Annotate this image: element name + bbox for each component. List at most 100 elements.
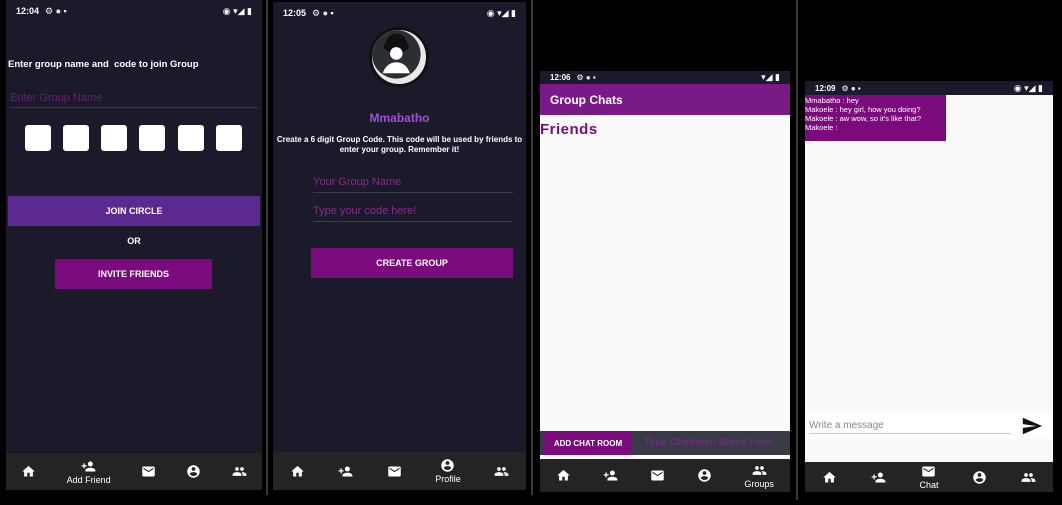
nav-chat-label: Chat: [919, 480, 939, 490]
divider: [531, 0, 533, 495]
screen-chat: 12:09 ⚙ ● ▪ ◉ ▾◢ ▮ Mmabatho : hey Makoele…: [805, 81, 1053, 492]
group-name-input[interactable]: Enter Group Name: [10, 92, 258, 108]
add-friend-icon: [338, 466, 353, 476]
status-icons: ⚙ ● ▪: [841, 83, 861, 93]
clock: 12:05: [283, 8, 307, 18]
status-bar: 12:05 ⚙ ● ▪ ◉ ▾◢ ▮: [273, 2, 526, 24]
nav-mail[interactable]: Chat: [919, 464, 939, 490]
add-friend-icon: [81, 461, 96, 471]
screen-join-group: 12:04 ⚙ ● ▪ ◉ ▾◢ ▮ Enter group name and c…: [6, 0, 262, 490]
groups-icon: [494, 466, 509, 476]
status-icons: ⚙ ● ▪: [576, 73, 596, 82]
profile-icon: [187, 465, 201, 478]
clock: 12:09: [815, 83, 836, 93]
group-name-input[interactable]: Your Group Name: [313, 176, 513, 193]
home-icon: [823, 471, 836, 482]
status-bar: 12:06 ⚙ ● ▪ ▾◢ ▮: [540, 71, 790, 84]
bottom-nav: Groups: [540, 459, 790, 492]
nav-add-friend[interactable]: [871, 470, 886, 485]
code-digit-6[interactable]: [216, 125, 242, 151]
app-bar: Group Chats: [540, 84, 790, 115]
home-icon: [557, 469, 570, 481]
nav-home[interactable]: [290, 464, 305, 479]
compose-bar: Write a message: [805, 413, 1053, 439]
nav-profile[interactable]: [186, 464, 201, 479]
nav-groups[interactable]: [494, 464, 509, 479]
bottom-nav: Profile: [273, 452, 526, 490]
invite-friends-button[interactable]: INVITE FRIENDS: [55, 259, 212, 289]
mail-icon: [142, 466, 155, 477]
page-title: Group Chats: [550, 92, 623, 107]
code-digit-5[interactable]: [178, 125, 204, 151]
join-prompt: Enter group name and code to join Group: [8, 59, 199, 70]
signal-icons: ▾◢ ▮: [761, 72, 780, 82]
message-item: Makoele : aw wow, so it's like that?: [805, 114, 922, 123]
join-circle-button[interactable]: JOIN CIRCLE: [8, 196, 260, 226]
nav-groups-label: Groups: [744, 478, 774, 489]
message-item: Makoele :: [805, 123, 838, 132]
avatar: [369, 27, 429, 87]
code-digit-2[interactable]: [63, 125, 89, 151]
group-code-instructions: Create a 6 digit Group Code. This code w…: [276, 135, 523, 154]
divider: [796, 0, 798, 500]
message-item: Makoele : hey girl, how you doing?: [805, 105, 921, 114]
signal-icons: ◉ ▾◢ ▮: [1013, 82, 1043, 93]
groups-icon: [232, 467, 247, 476]
bottom-nav: Chat: [805, 462, 1053, 492]
group-code-input[interactable]: Type your code here!: [313, 205, 513, 222]
groups-icon: [1021, 472, 1036, 482]
nav-profile[interactable]: Profile: [435, 458, 461, 484]
nav-mail[interactable]: [650, 468, 665, 483]
clock: 12:06: [550, 73, 571, 82]
code-digit-1[interactable]: [25, 125, 51, 151]
code-digit-3[interactable]: [101, 125, 127, 151]
nav-add-friend[interactable]: [603, 468, 618, 483]
status-icons: ⚙ ● ▪: [312, 7, 334, 18]
nav-groups[interactable]: [232, 464, 247, 479]
nav-profile[interactable]: [972, 470, 987, 485]
chatroom-name-input[interactable]: Type Chatroom Name Here: [644, 436, 772, 448]
nav-profile[interactable]: [697, 468, 712, 483]
message-input[interactable]: Write a message: [809, 420, 1011, 434]
username: Mmabatho: [369, 111, 430, 125]
add-friend-icon: [871, 472, 886, 482]
home-icon: [22, 465, 35, 477]
send-icon[interactable]: [1021, 415, 1043, 437]
mail-icon: [387, 466, 401, 476]
avatar-image: [372, 30, 421, 79]
or-label: OR: [127, 236, 141, 246]
signal-icons: ◉ ▾◢ ▮: [222, 5, 252, 16]
mail-icon: [922, 466, 936, 477]
nav-home[interactable]: [556, 468, 571, 483]
home-icon: [290, 465, 304, 476]
add-room-bar: ADD CHAT ROOM Type Chatroom Name Here: [540, 431, 790, 455]
nav-add-friend-label: Add Friend: [66, 474, 111, 485]
clock: 12:04: [16, 6, 40, 16]
nav-add-friend[interactable]: [338, 464, 353, 479]
nav-home[interactable]: [21, 464, 36, 479]
screen-group-chats: 12:06 ⚙ ● ▪ ▾◢ ▮ Group Chats Friends ADD …: [540, 71, 790, 492]
message-item: Mmabatho : hey: [805, 96, 859, 105]
friends-heading: Friends: [540, 121, 598, 138]
nav-groups[interactable]: [1021, 470, 1036, 485]
status-icons: ⚙ ● ▪: [45, 5, 67, 16]
add-chat-room-button[interactable]: ADD CHAT ROOM: [544, 431, 632, 455]
nav-mail[interactable]: [141, 464, 156, 479]
profile-icon: [441, 459, 455, 472]
groups-icon: [752, 465, 767, 475]
bottom-nav: Add Friend: [6, 453, 262, 490]
nav-home[interactable]: [822, 470, 837, 485]
status-bar: 12:09 ⚙ ● ▪ ◉ ▾◢ ▮: [805, 81, 1053, 95]
profile-icon: [698, 469, 712, 482]
add-friend-icon: [603, 470, 618, 481]
profile-icon: [973, 470, 987, 484]
mail-icon: [651, 470, 664, 481]
code-digit-4[interactable]: [139, 125, 165, 151]
nav-profile-label: Profile: [435, 474, 461, 484]
nav-mail[interactable]: [387, 464, 402, 479]
create-group-button[interactable]: CREATE GROUP: [311, 248, 513, 278]
screen-create-group: 12:05 ⚙ ● ▪ ◉ ▾◢ ▮ Mmabatho Create a 6 di…: [273, 2, 526, 490]
signal-icons: ◉ ▾◢ ▮: [486, 7, 516, 18]
nav-add-friend[interactable]: Add Friend: [67, 459, 111, 485]
nav-groups[interactable]: Groups: [744, 463, 774, 489]
